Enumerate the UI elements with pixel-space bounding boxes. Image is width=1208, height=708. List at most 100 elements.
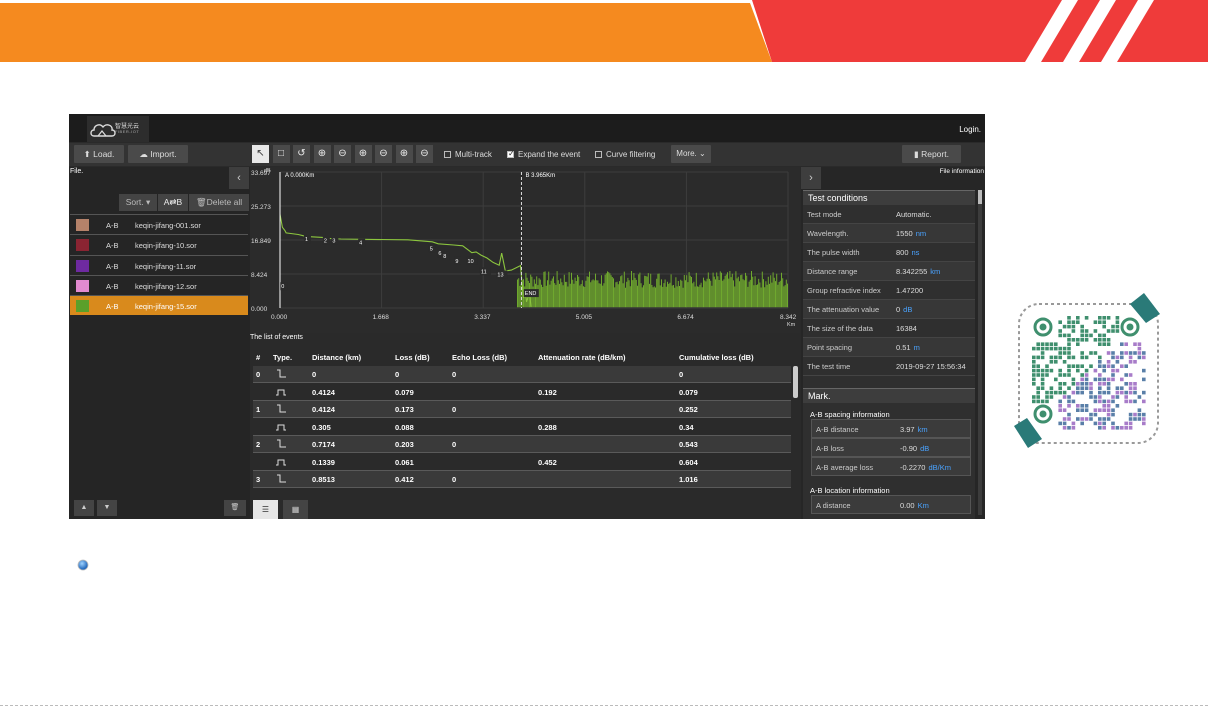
otdr-app-window: 智慧光云 FIBER-IOT Login. ⬆ Load. ☁ Import. … [69, 114, 985, 519]
file-row[interactable]: A-B keqin-jifang-10.sor [70, 234, 248, 254]
zoom-y-out-tool[interactable]: ⊖ [416, 145, 433, 163]
x-tick-label: 5.005 [576, 314, 593, 321]
cell-atten: 0.288 [538, 422, 557, 432]
zoom-x-in-tool[interactable]: ⊕ [354, 145, 372, 163]
file-row[interactable]: A-B keqin-jifang-001.sor [70, 214, 248, 234]
zoom-in-tool[interactable]: ⊕ [313, 145, 331, 163]
table-row[interactable]: 0 0 0 0 0 [253, 366, 791, 383]
collapse-right-button[interactable]: › [801, 167, 821, 189]
cell-distance: 0 [312, 370, 317, 379]
zoom-out-tool[interactable]: ⊖ [334, 145, 351, 163]
event-label[interactable]: 6 [438, 251, 441, 257]
collapse-left-button[interactable]: ‹ [229, 167, 249, 189]
upload-icon: ⬆ [83, 149, 91, 159]
box-select-icon: □ [277, 148, 285, 159]
pointer-icon: ↖ [256, 148, 265, 159]
qr-code [1014, 293, 1160, 448]
view-tabs: ☰ ▦ [253, 500, 313, 519]
event-label[interactable]: 13 [497, 273, 503, 279]
cell-num: 0 [256, 370, 261, 379]
table-row[interactable]: 0.1339 0.061 0.452 0.604 [253, 454, 791, 471]
event-label[interactable]: 5 [430, 246, 433, 252]
param-value: 2019-09-27 15:56:34 [896, 362, 966, 371]
login-link[interactable]: Login. [959, 125, 981, 134]
color-swatch [76, 300, 89, 313]
zoom-y-in-tool[interactable]: ⊕ [395, 145, 413, 163]
event-label[interactable]: 2 [324, 239, 327, 245]
events-scrollbar[interactable] [793, 366, 798, 398]
sort-dropdown[interactable]: Sort. ▾ [119, 194, 157, 211]
events-table-header: # Type. Distance (km) Loss (dB) Echo Loss (d… [253, 347, 798, 365]
marker-a-label: A 0.000Km [285, 173, 314, 179]
curve-filtering-checkbox[interactable]: Curve filtering [595, 150, 655, 159]
reset-tool[interactable]: ↺ [293, 145, 310, 163]
color-swatch [76, 239, 89, 252]
zoom-y-in-icon: ⊕ [399, 148, 409, 159]
cell-distance: 0.7174 [312, 440, 335, 449]
y-axis-unit: dB [264, 168, 271, 174]
more-dropdown[interactable]: More. ⌄ [671, 145, 711, 163]
zoom-out-icon: ⊖ [338, 148, 347, 159]
event-label[interactable]: 8 [443, 254, 446, 260]
file-row[interactable]: A-B keqin-jifang-15.sor [70, 295, 248, 316]
fiber-span-icon [275, 457, 287, 469]
top-banner [0, 0, 1208, 62]
event-label[interactable]: END [525, 291, 537, 297]
move-down-button[interactable]: ▼ [97, 500, 117, 516]
swap-ab-button[interactable]: A⇄B [158, 194, 188, 211]
mark-row: A-B loss -0.90 dB [811, 438, 971, 457]
info-scrollbar[interactable] [978, 190, 982, 515]
table-row[interactable]: 0.4124 0.079 0.192 0.079 [253, 384, 791, 401]
table-row[interactable]: 0.305 0.088 0.288 0.34 [253, 419, 791, 436]
box-select-tool[interactable]: □ [272, 145, 290, 163]
param-row: Group refractive index 1.47200 [803, 281, 975, 300]
trace-plot[interactable]: 33.69725.27316.8498.4240.0000.000 1.668 3.… [250, 167, 800, 333]
zoom-x-out-tool[interactable]: ⊖ [375, 145, 392, 163]
event-label[interactable]: 4 [359, 241, 362, 247]
load-button[interactable]: ⬆ Load. [74, 145, 124, 163]
scroll-thumb[interactable] [978, 190, 982, 204]
event-label[interactable]: 1 [305, 237, 308, 243]
param-value: 0 dB [896, 305, 913, 314]
param-value: 1.47200 [896, 286, 924, 295]
color-swatch [76, 279, 89, 292]
y-tick-label: 16.849 [251, 238, 271, 245]
mark-unit: km [917, 425, 928, 434]
table-row[interactable]: 2 0.7174 0.203 0 0.543 [253, 436, 791, 453]
cell-loss: 0.412 [395, 475, 414, 484]
report-button[interactable]: ▮ Report. [902, 145, 961, 163]
event-label[interactable]: 0 [281, 284, 284, 290]
event-label[interactable]: 11 [481, 269, 487, 275]
delete-file-button[interactable]: 🗑 [224, 500, 246, 516]
file-direction: A-B [106, 281, 119, 291]
pointer-tool[interactable]: ↖ [252, 145, 269, 163]
file-row[interactable]: A-B keqin-jifang-11.sor [70, 254, 248, 275]
otdr-trace-chart[interactable]: 33.697 25.273 16.849 8.424 0.000 0.000 1.668 3.… [250, 167, 800, 333]
mark-label: A distance [816, 501, 851, 510]
tab-list-view[interactable]: ☰ [253, 500, 278, 519]
event-label[interactable]: 9 [455, 259, 458, 265]
delete-all-button[interactable]: 🗑Delete all [189, 194, 249, 211]
cell-echo: 0 [452, 475, 457, 484]
zoom-x-in-icon: ⊕ [358, 148, 368, 159]
param-row: The attenuation value 0 dB [803, 300, 975, 319]
tab-map-view[interactable]: ▦ [283, 500, 308, 519]
cell-atten: 0.452 [538, 457, 557, 467]
expand-event-checkbox[interactable]: Expand the event [507, 149, 580, 159]
mark-label: A-B average loss [816, 463, 874, 472]
trace-line [279, 214, 532, 307]
param-row: The size of the data 16384 [803, 319, 975, 338]
table-row[interactable]: 3 0.8513 0.412 0 1.016 [253, 471, 791, 488]
file-row[interactable]: A-B keqin-jifang-12.sor [70, 274, 248, 295]
bullet-icon [77, 559, 89, 571]
import-button[interactable]: ☁ Import. [128, 145, 188, 163]
event-label[interactable]: 3 [332, 239, 335, 245]
multi-track-checkbox[interactable]: Multi-track [444, 150, 492, 159]
param-label: The size of the data [807, 324, 873, 333]
table-row[interactable]: 1 0.4124 0.173 0 0.252 [253, 401, 791, 418]
move-up-button[interactable]: ▲ [74, 500, 94, 516]
x-tick-label: 0.000 [271, 314, 288, 321]
info-panel: › File information Test conditions Test … [801, 167, 985, 519]
param-unit: dB [903, 305, 913, 314]
event-label[interactable]: 10 [468, 259, 474, 265]
